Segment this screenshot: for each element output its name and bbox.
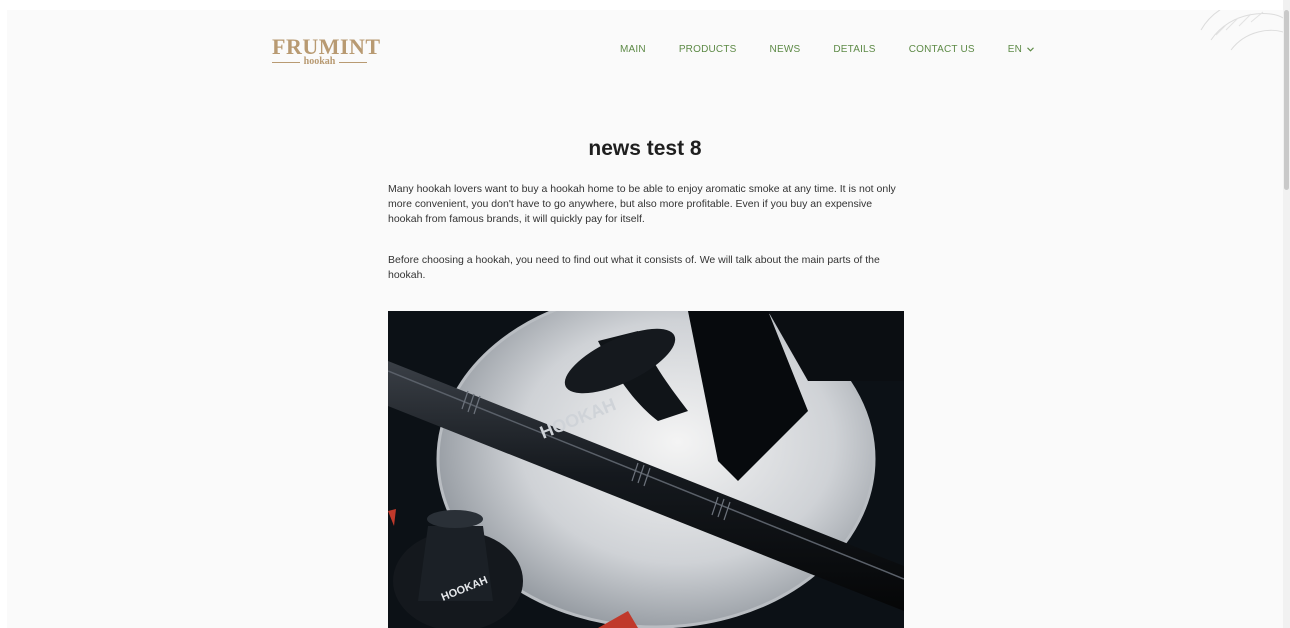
decorative-leaf-icon	[1200, 10, 1283, 51]
nav-item-main[interactable]: MAIN	[620, 44, 646, 55]
logo-rule-right	[339, 61, 367, 63]
scrollbar[interactable]	[1283, 0, 1290, 628]
chevron-down-icon	[1027, 47, 1034, 52]
language-label: EN	[1007, 44, 1023, 55]
scrollbar-thumb[interactable]	[1284, 10, 1289, 190]
logo-rule-left	[272, 61, 300, 63]
nav-item-contact-us[interactable]: CONTACT US	[909, 44, 975, 55]
nav-item-products[interactable]: PRODUCTS	[679, 44, 737, 55]
logo-subtitle: hookah	[303, 56, 336, 67]
article-paragraph-1: Many hookah lovers want to buy a hookah …	[388, 183, 896, 225]
logo-wordmark: FRUMINT	[272, 34, 381, 59]
language-selector[interactable]: EN	[1008, 44, 1034, 55]
page: FRUMINT hookah MAIN PRODUCTS NEWS DETAIL…	[7, 10, 1283, 628]
article-paragraph-2: Before choosing a hookah, you need to fi…	[388, 254, 880, 281]
article-hero-image: HOOKAH HOOKAH	[388, 311, 904, 628]
main-nav: MAIN PRODUCTS NEWS DETAILS CONTACT US EN	[620, 44, 1034, 55]
nav-item-news[interactable]: NEWS	[770, 44, 801, 55]
nav-item-details[interactable]: DETAILS	[833, 44, 875, 55]
brand-logo[interactable]: FRUMINT hookah	[272, 34, 381, 68]
article-title: news test 8	[588, 137, 702, 160]
hookah-photo: HOOKAH HOOKAH	[388, 311, 904, 628]
